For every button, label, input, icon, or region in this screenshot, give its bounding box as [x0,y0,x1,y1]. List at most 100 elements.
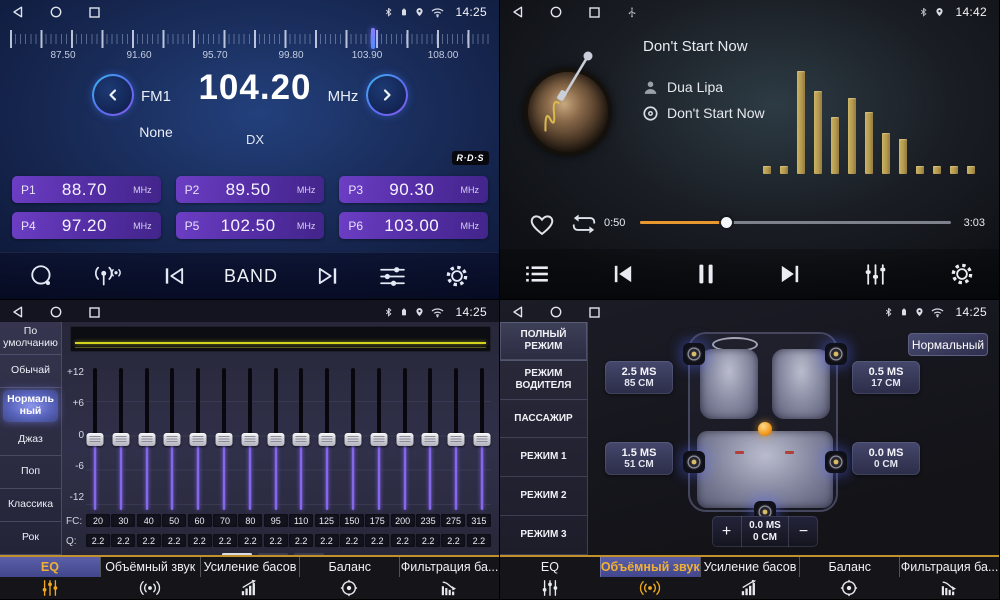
eq-fc-value[interactable]: 70 [213,514,237,527]
next-track-icon[interactable] [778,264,802,284]
eq-fc-value[interactable]: 200 [391,514,415,527]
nav-home-icon[interactable] [50,6,62,18]
eq-band-slider[interactable] [241,368,259,510]
nav-back-icon[interactable] [12,6,23,18]
radio-preset-button[interactable]: P497.20MHz [12,212,161,239]
eq-q-value[interactable]: 2.2 [238,534,262,547]
nav-recents-icon[interactable] [589,307,600,318]
eq-slider-knob[interactable] [396,433,413,446]
eq-fc-value[interactable]: 235 [416,514,440,527]
surround-mode-item[interactable]: ПОЛНЫЙ РЕЖИМ [500,322,587,361]
eq-slider-knob[interactable] [293,433,310,446]
eq-fc-value[interactable]: 20 [86,514,110,527]
radio-preset-button[interactable]: P390.30MHz [339,176,488,203]
radio-broadcast-icon[interactable] [93,264,123,288]
nav-back-icon[interactable] [512,306,523,318]
nav-back-icon[interactable] [12,306,23,318]
eq-band-slider[interactable] [215,368,233,510]
eq-q-value[interactable]: 2.2 [86,534,110,547]
playlist-icon[interactable] [524,263,550,285]
eq-preset-item[interactable]: Классика [0,489,61,522]
sound-tab[interactable]: Усиление басов [700,557,800,599]
sound-tab[interactable]: Усиление басов [200,557,300,599]
eq-q-value[interactable]: 2.2 [213,534,237,547]
delay-rear-right[interactable]: 0.0 MS 0 CM [852,442,920,475]
radio-preset-button[interactable]: P6103.00MHz [339,212,488,239]
eq-q-value[interactable]: 2.2 [111,534,135,547]
eq-band-slider[interactable] [344,368,362,510]
nav-back-icon[interactable] [512,6,523,18]
eq-band-slider[interactable] [86,368,104,510]
eq-preset-item[interactable]: Джаз [0,424,61,457]
eq-fc-value[interactable]: 80 [238,514,262,527]
eq-slider-knob[interactable] [190,433,207,446]
sound-tab[interactable]: EQ [0,557,100,599]
sound-tab[interactable]: Объёмный звук [100,557,200,599]
delay-front-right[interactable]: 0.5 MS 17 CM [852,361,920,394]
eq-fc-value[interactable]: 150 [340,514,364,527]
surround-mode-item[interactable]: РЕЖИМ 1 [500,438,587,477]
settings-gear-icon[interactable] [444,263,470,289]
band-button[interactable]: BAND [224,266,278,287]
nav-recents-icon[interactable] [89,7,100,18]
eq-slider-knob[interactable] [215,433,232,446]
audio-settings-icon[interactable] [379,265,406,288]
radio-preset-button[interactable]: P5102.50MHz [176,212,325,239]
eq-q-value[interactable]: 2.2 [315,534,339,547]
eq-q-value[interactable]: 2.2 [188,534,212,547]
eq-fc-value[interactable]: 175 [365,514,389,527]
progress-knob[interactable] [721,217,732,228]
eq-fc-value[interactable]: 110 [289,514,313,527]
radio-tuning-scale[interactable]: 87.5091.6095.7099.80103.90108.00 [0,28,499,64]
eq-slider-knob[interactable] [138,433,155,446]
sound-tab[interactable]: Баланс [799,557,899,599]
eq-preset-item[interactable]: Поп [0,456,61,489]
seek-next-icon[interactable] [316,266,340,286]
previous-track-icon[interactable] [611,264,635,284]
eq-fc-value[interactable]: 50 [162,514,186,527]
eq-band-slider[interactable] [370,368,388,510]
eq-band-slider[interactable] [189,368,207,510]
eq-band-slider[interactable] [163,368,181,510]
eq-band-slider[interactable] [447,368,465,510]
eq-fc-value[interactable]: 60 [188,514,212,527]
surround-mode-item[interactable]: РЕЖИМ ВОДИТЕЛЯ [500,361,587,400]
speaker-front-left-icon[interactable] [683,343,705,365]
eq-q-value[interactable]: 2.2 [289,534,313,547]
radio-preset-button[interactable]: P188.70MHz [12,176,161,203]
eq-preset-item[interactable]: Нормальный [3,390,58,422]
surround-mode-item[interactable]: РЕЖИМ 3 [500,516,587,555]
nav-home-icon[interactable] [550,306,562,318]
nav-recents-icon[interactable] [89,307,100,318]
eq-slider-knob[interactable] [112,433,129,446]
repeat-icon[interactable] [570,213,598,235]
favorite-heart-icon[interactable] [528,212,556,236]
eq-fc-value[interactable]: 95 [264,514,288,527]
eq-slider-knob[interactable] [164,433,181,446]
eq-fc-value[interactable]: 275 [441,514,465,527]
seek-previous-icon[interactable] [162,266,186,286]
eq-slider-knob[interactable] [473,433,490,446]
eq-band-slider[interactable] [112,368,130,510]
equalizer-faders-icon[interactable] [863,263,888,286]
surround-mode-item[interactable]: ПАССАЖИР [500,400,587,439]
delay-front-left[interactable]: 2.5 MS 85 CM [605,361,673,394]
tune-up-button[interactable] [366,74,408,116]
eq-q-value[interactable]: 2.2 [162,534,186,547]
eq-band-slider[interactable] [421,368,439,510]
eq-slider-knob[interactable] [87,433,104,446]
eq-slider-knob[interactable] [267,433,284,446]
eq-preset-item[interactable]: По умолчанию [0,322,61,355]
surround-preset-button[interactable]: Нормальный [908,333,988,356]
sound-tab[interactable]: Фильтрация ба... [399,557,499,599]
nav-home-icon[interactable] [550,6,562,18]
speaker-rear-right-icon[interactable] [825,451,847,473]
radio-scale-pointer[interactable] [371,28,375,49]
eq-slider-knob[interactable] [344,433,361,446]
sound-tab[interactable]: Объёмный звук [600,557,700,599]
sound-tab[interactable]: Фильтрация ба... [899,557,999,599]
pause-icon[interactable] [696,263,716,285]
sound-tab[interactable]: EQ [500,557,600,599]
progress-bar[interactable] [640,221,951,224]
settings-gear-icon[interactable] [949,261,975,287]
